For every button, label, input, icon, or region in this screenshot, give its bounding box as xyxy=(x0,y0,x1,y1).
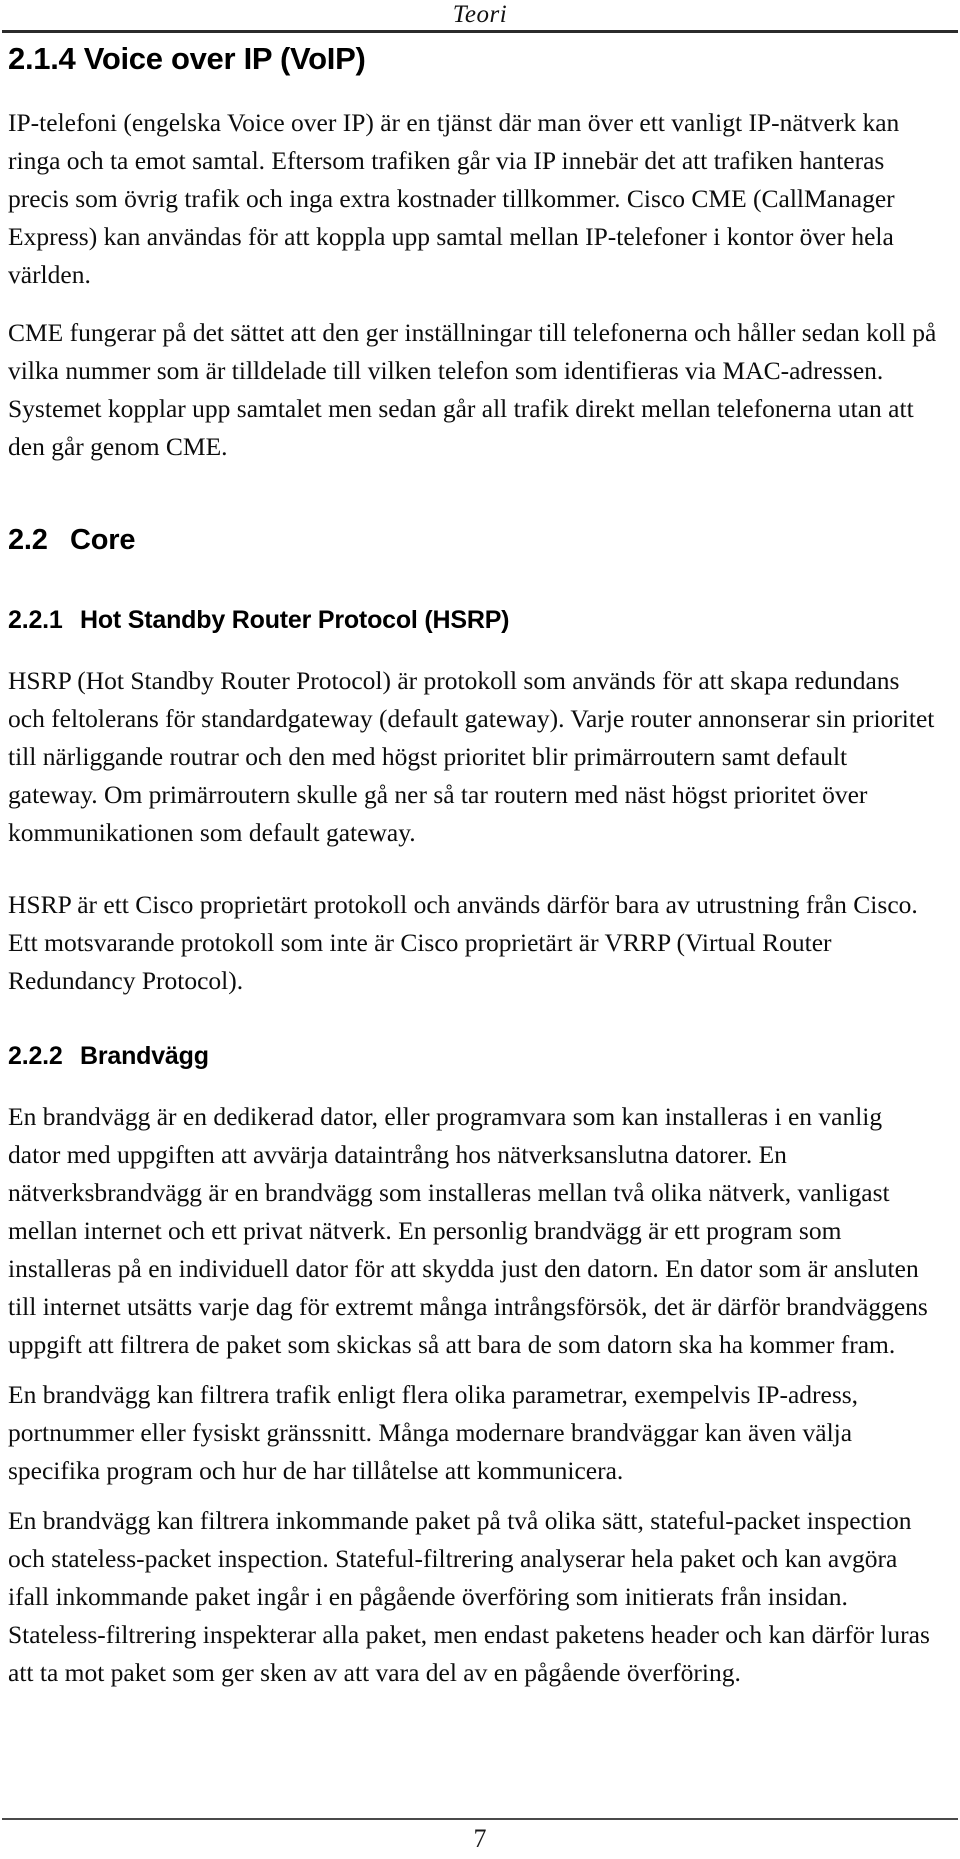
header-title: Teori xyxy=(452,1,508,28)
heading-core-title: Core xyxy=(70,524,136,556)
paragraph-voip-1: IP-telefoni (engelska Voice over IP) är … xyxy=(8,108,900,289)
page-number: 7 xyxy=(473,1824,487,1853)
paragraph-brandvagg-1: En brandvägg är en dedikerad dator, elle… xyxy=(8,1102,928,1359)
heading-hsrp-number: 2.2.1 xyxy=(8,606,63,634)
heading-core-number: 2.2 xyxy=(8,524,48,556)
heading-voip: 2.1.4 Voice over IP (VoIP) xyxy=(8,41,366,76)
heading-hsrp-title: Hot Standby Router Protocol (HSRP) xyxy=(80,606,510,634)
paragraph-hsrp-1: HSRP (Hot Standby Router Protocol) är pr… xyxy=(8,666,935,847)
heading-brandvagg-number: 2.2.2 xyxy=(8,1042,63,1070)
paragraph-hsrp-2: HSRP är ett Cisco proprietärt protokoll … xyxy=(8,890,918,995)
heading-brandvagg-title: Brandvägg xyxy=(80,1042,209,1070)
document-page: Teori 2.1.4 Voice over IP (VoIP) IP-tele… xyxy=(0,0,960,1859)
paragraph-voip-2: CME fungerar på det sättet att den ger i… xyxy=(8,318,937,461)
footer-divider xyxy=(2,1818,958,1820)
heading-brandvagg: 2.2.2 Brandvägg xyxy=(8,1040,944,1072)
header-divider xyxy=(2,30,958,33)
page-content: 2.1.4 Voice over IP (VoIP) IP-telefoni (… xyxy=(8,40,944,1692)
paragraph-brandvagg-3: En brandvägg kan filtrera inkommande pak… xyxy=(8,1506,930,1687)
heading-hsrp: 2.2.1 Hot Standby Router Protocol (HSRP) xyxy=(8,604,944,636)
paragraph-brandvagg-2: En brandvägg kan filtrera trafik enligt … xyxy=(8,1380,859,1485)
heading-core: 2.2 Core xyxy=(8,522,944,558)
running-footer: 7 xyxy=(0,1822,960,1856)
running-header: Teori xyxy=(0,0,960,34)
